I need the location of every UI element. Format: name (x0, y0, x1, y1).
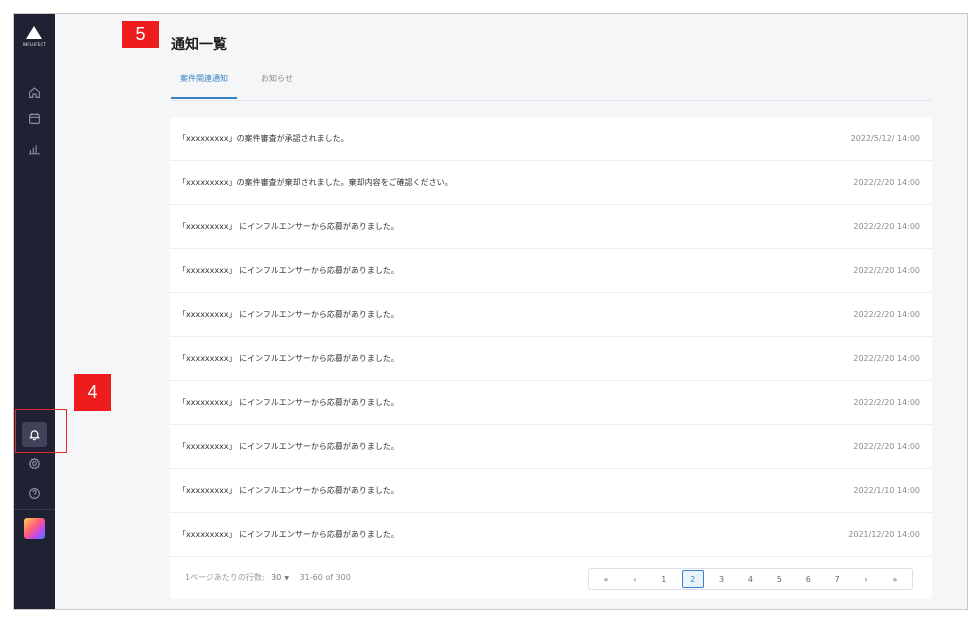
page-range-text: 31-60 of 300 (299, 573, 351, 582)
page-button-4[interactable]: 4 (739, 570, 761, 588)
notification-date: 2021/12/20 14:00 (848, 530, 920, 539)
notification-row[interactable]: 「xxxxxxxxx」 にインフルエンサーから応募がありました。 2022/2/… (170, 337, 932, 381)
notification-row[interactable]: 「xxxxxxxxx」 にインフルエンサーから応募がありました。 2022/2/… (170, 425, 932, 469)
notification-row[interactable]: 「xxxxxxxxx」 にインフルエンサーから応募がありました。 2022/2/… (170, 381, 932, 425)
notification-row[interactable]: 「xxxxxxxxx」の案件審査が承認されました。 2022/5/12/ 14:… (170, 117, 932, 161)
caret-down-icon: ▼ (284, 575, 289, 582)
next-page-button[interactable]: › (855, 570, 877, 588)
help-icon (29, 488, 40, 499)
notification-message: 「xxxxxxxxx」 にインフルエンサーから応募がありました。 (178, 354, 399, 363)
notification-row[interactable]: 「xxxxxxxxx」 にインフルエンサーから応募がありました。 2022/2/… (170, 205, 932, 249)
first-page-button[interactable]: « (595, 570, 617, 588)
notification-date: 2022/2/20 14:00 (853, 354, 920, 363)
page-button-7[interactable]: 7 (826, 570, 848, 588)
notification-row[interactable]: 「xxxxxxxxx」 にインフルエンサーから応募がありました。 2021/12… (170, 513, 932, 557)
rows-per-page-value: 30 (271, 573, 282, 582)
notification-message: 「xxxxxxxxx」 にインフルエンサーから応募がありました。 (178, 530, 399, 539)
tab-announcements[interactable]: お知らせ (261, 72, 311, 99)
notification-date: 2022/5/12/ 14:00 (850, 134, 920, 143)
notification-list: 「xxxxxxxxx」の案件審査が承認されました。 2022/5/12/ 14:… (170, 117, 932, 599)
home-icon (29, 87, 40, 98)
pagination: « ‹ 1 2 3 4 5 6 7 › » (588, 568, 913, 590)
notification-date: 2022/2/20 14:00 (853, 442, 920, 451)
notification-message: 「xxxxxxxxx」の案件審査が棄却されました。棄却内容をご確認ください。 (178, 178, 453, 187)
gradient-avatar-icon[interactable] (24, 518, 45, 539)
notification-date: 2022/1/10 14:00 (853, 486, 920, 495)
sidebar-divider (14, 509, 55, 510)
notification-row[interactable]: 「xxxxxxxxx」の案件審査が棄却されました。棄却内容をご確認ください。 2… (170, 161, 932, 205)
tab-project-notifications[interactable]: 案件関連通知 (171, 72, 237, 99)
annotation-marker-4: 4 (74, 374, 111, 411)
rows-per-page: 1ページあたりの行数: 30 ▼ 31-60 of 300 (185, 557, 351, 600)
notification-message: 「xxxxxxxxx」 にインフルエンサーから応募がありました。 (178, 222, 399, 231)
page-title: 通知一覧 (171, 37, 227, 53)
logo-text: INFLUFECT (22, 42, 47, 47)
notification-date: 2022/2/20 14:00 (853, 222, 920, 231)
sidebar-item-calendar[interactable] (22, 106, 47, 131)
prev-page-button[interactable]: ‹ (624, 570, 646, 588)
notification-date: 2022/2/20 14:00 (853, 178, 920, 187)
table-footer: 1ページあたりの行数: 30 ▼ 31-60 of 300 « ‹ 1 2 3 4… (170, 557, 932, 599)
app-frame: INFLUFECT 通知一覧 案件関連通知 お知らせ 「xxxxxxxxx」の案… (13, 13, 968, 610)
notification-date: 2022/2/20 14:00 (853, 266, 920, 275)
gear-icon (28, 457, 41, 470)
annotation-marker-5: 5 (122, 21, 159, 48)
notification-message: 「xxxxxxxxx」 にインフルエンサーから応募がありました。 (178, 398, 399, 407)
page-button-6[interactable]: 6 (797, 570, 819, 588)
sidebar-item-help[interactable] (22, 481, 47, 506)
rows-per-page-label: 1ページあたりの行数: (185, 573, 265, 582)
page-button-5[interactable]: 5 (768, 570, 790, 588)
page-button-1[interactable]: 1 (653, 570, 675, 588)
notification-row[interactable]: 「xxxxxxxxx」 にインフルエンサーから応募がありました。 2022/1/… (170, 469, 932, 513)
notification-message: 「xxxxxxxxx」の案件審査が承認されました。 (178, 134, 349, 143)
notification-message: 「xxxxxxxxx」 にインフルエンサーから応募がありました。 (178, 486, 399, 495)
sidebar-item-analytics[interactable] (22, 136, 47, 161)
notification-message: 「xxxxxxxxx」 にインフルエンサーから応募がありました。 (178, 310, 399, 319)
tab-bar: 案件関連通知 お知らせ (171, 72, 931, 101)
notification-row[interactable]: 「xxxxxxxxx」 にインフルエンサーから応募がありました。 2022/2/… (170, 293, 932, 337)
logo-triangle-icon (26, 26, 42, 39)
annotation-highlight-box (15, 409, 67, 453)
notification-date: 2022/2/20 14:00 (853, 398, 920, 407)
bar-chart-icon (29, 145, 40, 155)
calendar-icon (29, 113, 40, 124)
sidebar: INFLUFECT (14, 14, 55, 609)
page-button-3[interactable]: 3 (711, 570, 733, 588)
notification-date: 2022/2/20 14:00 (853, 310, 920, 319)
sidebar-item-settings[interactable] (22, 451, 47, 476)
notification-row[interactable]: 「xxxxxxxxx」 にインフルエンサーから応募がありました。 2022/2/… (170, 249, 932, 293)
notification-message: 「xxxxxxxxx」 にインフルエンサーから応募がありました。 (178, 442, 399, 451)
page-button-2[interactable]: 2 (681, 570, 704, 588)
rows-per-page-select[interactable]: 30 ▼ (271, 573, 289, 582)
notification-message: 「xxxxxxxxx」 にインフルエンサーから応募がありました。 (178, 266, 399, 275)
app-logo[interactable]: INFLUFECT (14, 22, 55, 62)
sidebar-item-home[interactable] (22, 80, 47, 105)
last-page-button[interactable]: » (884, 570, 906, 588)
